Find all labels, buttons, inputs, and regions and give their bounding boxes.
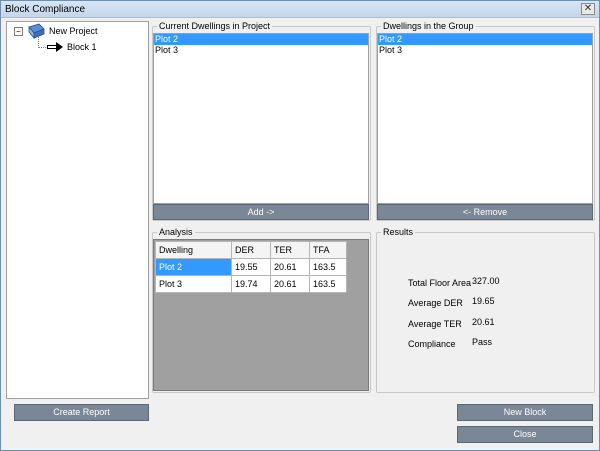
table-cell[interactable]: 20.61 xyxy=(270,258,310,276)
project-tree[interactable]: − New Project Block 1 xyxy=(6,21,149,399)
list-item[interactable]: Plot 3 xyxy=(154,45,368,56)
table-row[interactable]: Plot 2 19.55 20.61 163.5 xyxy=(155,258,347,276)
table-cell[interactable]: Plot 2 xyxy=(155,258,232,276)
list-item[interactable]: Plot 2 xyxy=(154,34,368,45)
average-ter-value: 20.61 xyxy=(472,317,495,327)
block-arrow-icon xyxy=(47,42,63,52)
new-block-button[interactable]: New Block xyxy=(457,404,593,421)
total-floor-area-label: Total Floor Area xyxy=(408,278,472,288)
list-item[interactable]: Plot 3 xyxy=(378,45,592,56)
table-cell[interactable]: 20.61 xyxy=(270,275,310,293)
column-header-ter[interactable]: TER xyxy=(270,241,310,259)
current-dwellings-title: Current Dwellings in Project xyxy=(157,21,273,31)
tree-item-block-1[interactable]: Block 1 xyxy=(67,42,97,52)
current-dwellings-list[interactable]: Plot 2 Plot 3 xyxy=(153,33,369,204)
title-bar[interactable]: Block Compliance ✕ xyxy=(1,1,599,18)
analysis-table: Dwelling DER TER TFA Plot 2 19.55 20.61 … xyxy=(155,241,347,293)
analysis-title: Analysis xyxy=(157,227,195,237)
project-icon xyxy=(28,23,45,39)
results-group: Results xyxy=(376,227,595,393)
remove-button[interactable]: <- Remove xyxy=(377,204,593,220)
group-dwellings-list[interactable]: Plot 2 Plot 3 xyxy=(377,33,593,204)
tree-item-new-project[interactable]: New Project xyxy=(49,26,98,36)
column-header-dwelling[interactable]: Dwelling xyxy=(155,241,232,259)
compliance-value: Pass xyxy=(472,337,493,347)
average-der-label: Average DER xyxy=(408,298,463,308)
block-compliance-window: Block Compliance ✕ − New Project Block 1… xyxy=(0,0,600,451)
table-row[interactable]: Plot 3 19.74 20.61 163.5 xyxy=(155,275,347,293)
table-header-row: Dwelling DER TER TFA xyxy=(155,241,347,259)
table-cell[interactable]: 19.55 xyxy=(231,258,271,276)
window-title: Block Compliance xyxy=(5,4,86,15)
table-cell[interactable]: 19.74 xyxy=(231,275,271,293)
tree-connector xyxy=(38,47,46,48)
total-floor-area-value: 327.00 xyxy=(472,276,500,286)
analysis-grid[interactable]: Dwelling DER TER TFA Plot 2 19.55 20.61 … xyxy=(153,239,369,391)
list-item[interactable]: Plot 2 xyxy=(378,34,592,45)
add-button[interactable]: Add -> xyxy=(153,204,369,220)
compliance-label: Compliance xyxy=(408,339,456,349)
table-cell[interactable]: 163.5 xyxy=(309,258,347,276)
close-window-button[interactable]: ✕ xyxy=(581,3,595,15)
average-der-value: 19.65 xyxy=(472,296,495,306)
column-header-tfa[interactable]: TFA xyxy=(309,241,347,259)
close-button[interactable]: Close xyxy=(457,426,593,443)
create-report-button[interactable]: Create Report xyxy=(14,404,149,421)
table-cell[interactable]: 163.5 xyxy=(309,275,347,293)
group-dwellings-title: Dwellings in the Group xyxy=(381,21,476,31)
table-cell[interactable]: Plot 3 xyxy=(155,275,232,293)
column-header-der[interactable]: DER xyxy=(231,241,271,259)
collapse-toggle-icon[interactable]: − xyxy=(14,27,23,36)
average-ter-label: Average TER xyxy=(408,319,462,329)
results-title: Results xyxy=(381,227,416,237)
